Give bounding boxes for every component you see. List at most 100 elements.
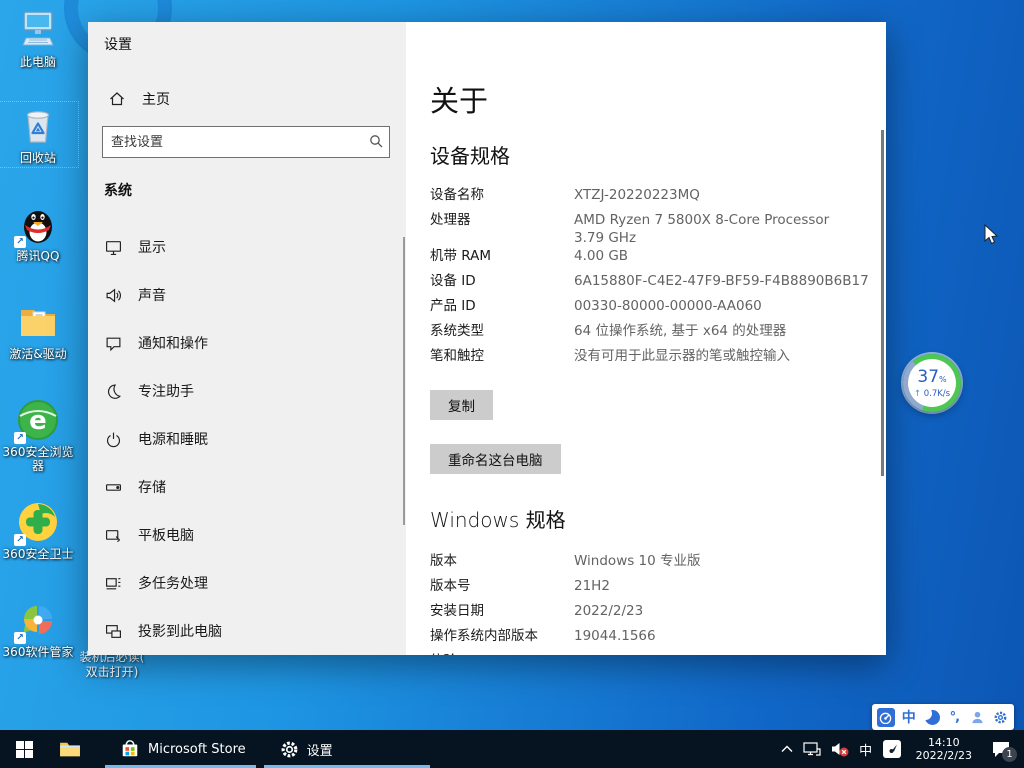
spec-value: 00330-80000-00000-AA060 [574,297,762,315]
ime-profile-icon[interactable] [968,708,986,727]
spec-label: 机带 RAM [430,247,574,265]
copy-button[interactable]: 复制 [430,390,493,420]
tray-360-gauge-icon[interactable] [880,730,904,768]
start-button[interactable] [0,730,48,768]
microsoft-store-icon [120,739,140,759]
mouse-cursor [984,224,999,250]
sidebar-item-display[interactable]: 显示 [88,223,406,271]
system-tray: 中 14:10 2022/2/23 1 [778,730,1024,768]
sidebar-item-projecting[interactable]: 投影到此电脑 [88,607,406,655]
ime-fullwidth-icon[interactable] [923,708,941,727]
sidebar-scrollbar[interactable] [403,237,405,525]
spec-row: 版本号 21H2 [430,577,870,602]
spec-value: 64 位操作系统, 基于 x64 的处理器 [574,322,786,340]
rename-pc-button[interactable]: 重命名这台电脑 [430,444,561,474]
ime-language-toggle[interactable]: 中 [900,708,918,727]
taskbar-microsoft-store[interactable]: Microsoft Store [106,730,260,768]
sidebar-item-sound[interactable]: 声音 [88,271,406,319]
desktop-icon-activation-drivers[interactable]: 激活&驱动 [0,300,76,361]
360-speed-ball[interactable]: 37% ↑ 0.7K/s [903,354,961,412]
spec-value: 21H2 [574,577,610,595]
spec-label: 处理器 [430,211,574,229]
tray-clock[interactable]: 14:10 2022/2/23 [908,736,980,762]
shortcut-arrow-icon: ↗ [14,236,26,248]
spec-row: 产品 ID 00330-80000-00000-AA060 [430,297,870,322]
windows-spec-section-title: Windows 规格 [430,504,566,533]
taskbar-store-label: Microsoft Store [148,742,246,757]
spec-row: 操作系统内部版本 19044.1566 [430,627,870,652]
spec-row: 设备 ID 6A15880F-C4E2-47F9-BF59-F4B8890B6B… [430,272,870,297]
sidebar-item-multitasking[interactable]: 多任务处理 [88,559,406,607]
sidebar-item-tablet[interactable]: 平板电脑 [88,511,406,559]
ime-logo-icon[interactable] [877,708,895,727]
tray-ime-indicator[interactable]: 中 [856,730,876,768]
tablet-icon [104,526,122,544]
spec-label: 版本 [430,552,574,570]
sidebar-item-label: 通知和操作 [138,333,208,353]
desktop-icon-label: 腾讯QQ [0,249,76,263]
spec-value: 19044.1566 [574,627,656,645]
tray-chevron-up-icon[interactable] [778,730,796,768]
qq-penguin-icon: ↗ [16,202,60,246]
clock-time: 14:10 [916,736,972,749]
device-spec-section-title: 设备规格 [430,140,510,169]
file-explorer-icon [59,740,81,758]
desktop-icon-tencent-qq[interactable]: ↗ 腾讯QQ [0,202,76,263]
spec-label: 安装日期 [430,602,574,620]
spec-value-line2: 3.79 GHz [574,229,829,247]
spec-label: 产品 ID [430,297,574,315]
spec-value: 没有可用于此显示器的笔或触控输入 [574,347,790,365]
spec-row: 安装日期 2022/2/23 [430,602,870,627]
folder-icon [16,300,60,344]
tray-network-icon[interactable] [800,730,824,768]
moon-icon [104,382,122,400]
sidebar-item-label: 声音 [138,285,166,305]
desktop-icon-recycle-bin[interactable]: 回收站 [0,104,76,165]
window-title: 设置 [104,34,132,54]
projecting-icon [104,622,122,640]
desktop-icon-label: 360安全浏览器 [0,445,76,473]
tray-volume-muted-icon[interactable] [828,730,852,768]
sidebar-item-power-sleep[interactable]: 电源和睡眠 [88,415,406,463]
settings-gear-icon [280,740,299,759]
shortcut-arrow-icon: ↗ [14,432,26,444]
search-icon[interactable] [363,133,389,152]
spec-row: 笔和触控 没有可用于此显示器的笔或触控输入 [430,347,870,372]
desktop-icon-label: 回收站 [0,151,76,165]
device-spec-table: 设备名称 XTZJ-20220223MQ 处理器 AMD Ryzen 7 580… [430,186,870,372]
settings-sidebar: 设置 主页 系统 [88,22,406,655]
settings-search-box [102,126,390,158]
home-icon [108,90,126,108]
360-safeguard-icon: ↗ [16,500,60,544]
spec-row: 机带 RAM 4.00 GB [430,247,870,272]
content-scrollbar[interactable] [881,130,884,476]
sidebar-item-home[interactable]: 主页 [98,82,388,116]
display-icon [104,238,122,256]
desktop-icon-360-software-manager[interactable]: ↗ 360软件管家 [0,598,76,659]
sidebar-item-label: 专注助手 [138,381,194,401]
notification-count-badge: 1 [1002,747,1017,762]
taskbar-settings[interactable]: 设置 [266,730,347,768]
spec-value-line1: AMD Ryzen 7 5800X 8-Core Processor [574,211,829,229]
spec-label: 设备名称 [430,186,574,204]
desktop-icon-360-browser[interactable]: e ↗ 360安全浏览器 [0,398,76,473]
clock-date: 2022/2/23 [916,749,972,762]
shortcut-arrow-icon: ↗ [14,534,26,546]
ime-settings-gear-icon[interactable] [991,708,1009,727]
spec-row-clipped: 体验 [430,652,870,655]
ime-punctuation-icon[interactable]: °, [945,708,963,727]
taskbar: Microsoft Store 设置 [0,730,1024,768]
file-explorer-button[interactable] [48,730,92,768]
sidebar-item-storage[interactable]: 存储 [88,463,406,511]
desktop-icon-label: 360软件管家 [0,645,76,659]
notification-center-button[interactable]: 1 [984,730,1018,768]
desktop-icon-label: 激活&驱动 [0,347,76,361]
desktop-icon-this-pc[interactable]: 此电脑 [0,8,76,69]
spec-label: 设备 ID [430,272,574,290]
search-input[interactable] [103,135,363,150]
sidebar-item-notifications[interactable]: 通知和操作 [88,319,406,367]
sidebar-item-focus-assist[interactable]: 专注助手 [88,367,406,415]
spec-row: 设备名称 XTZJ-20220223MQ [430,186,870,211]
desktop-icon-360-safeguard[interactable]: ↗ 360安全卫士 [0,500,76,561]
desktop-icon-label: 此电脑 [0,55,76,69]
